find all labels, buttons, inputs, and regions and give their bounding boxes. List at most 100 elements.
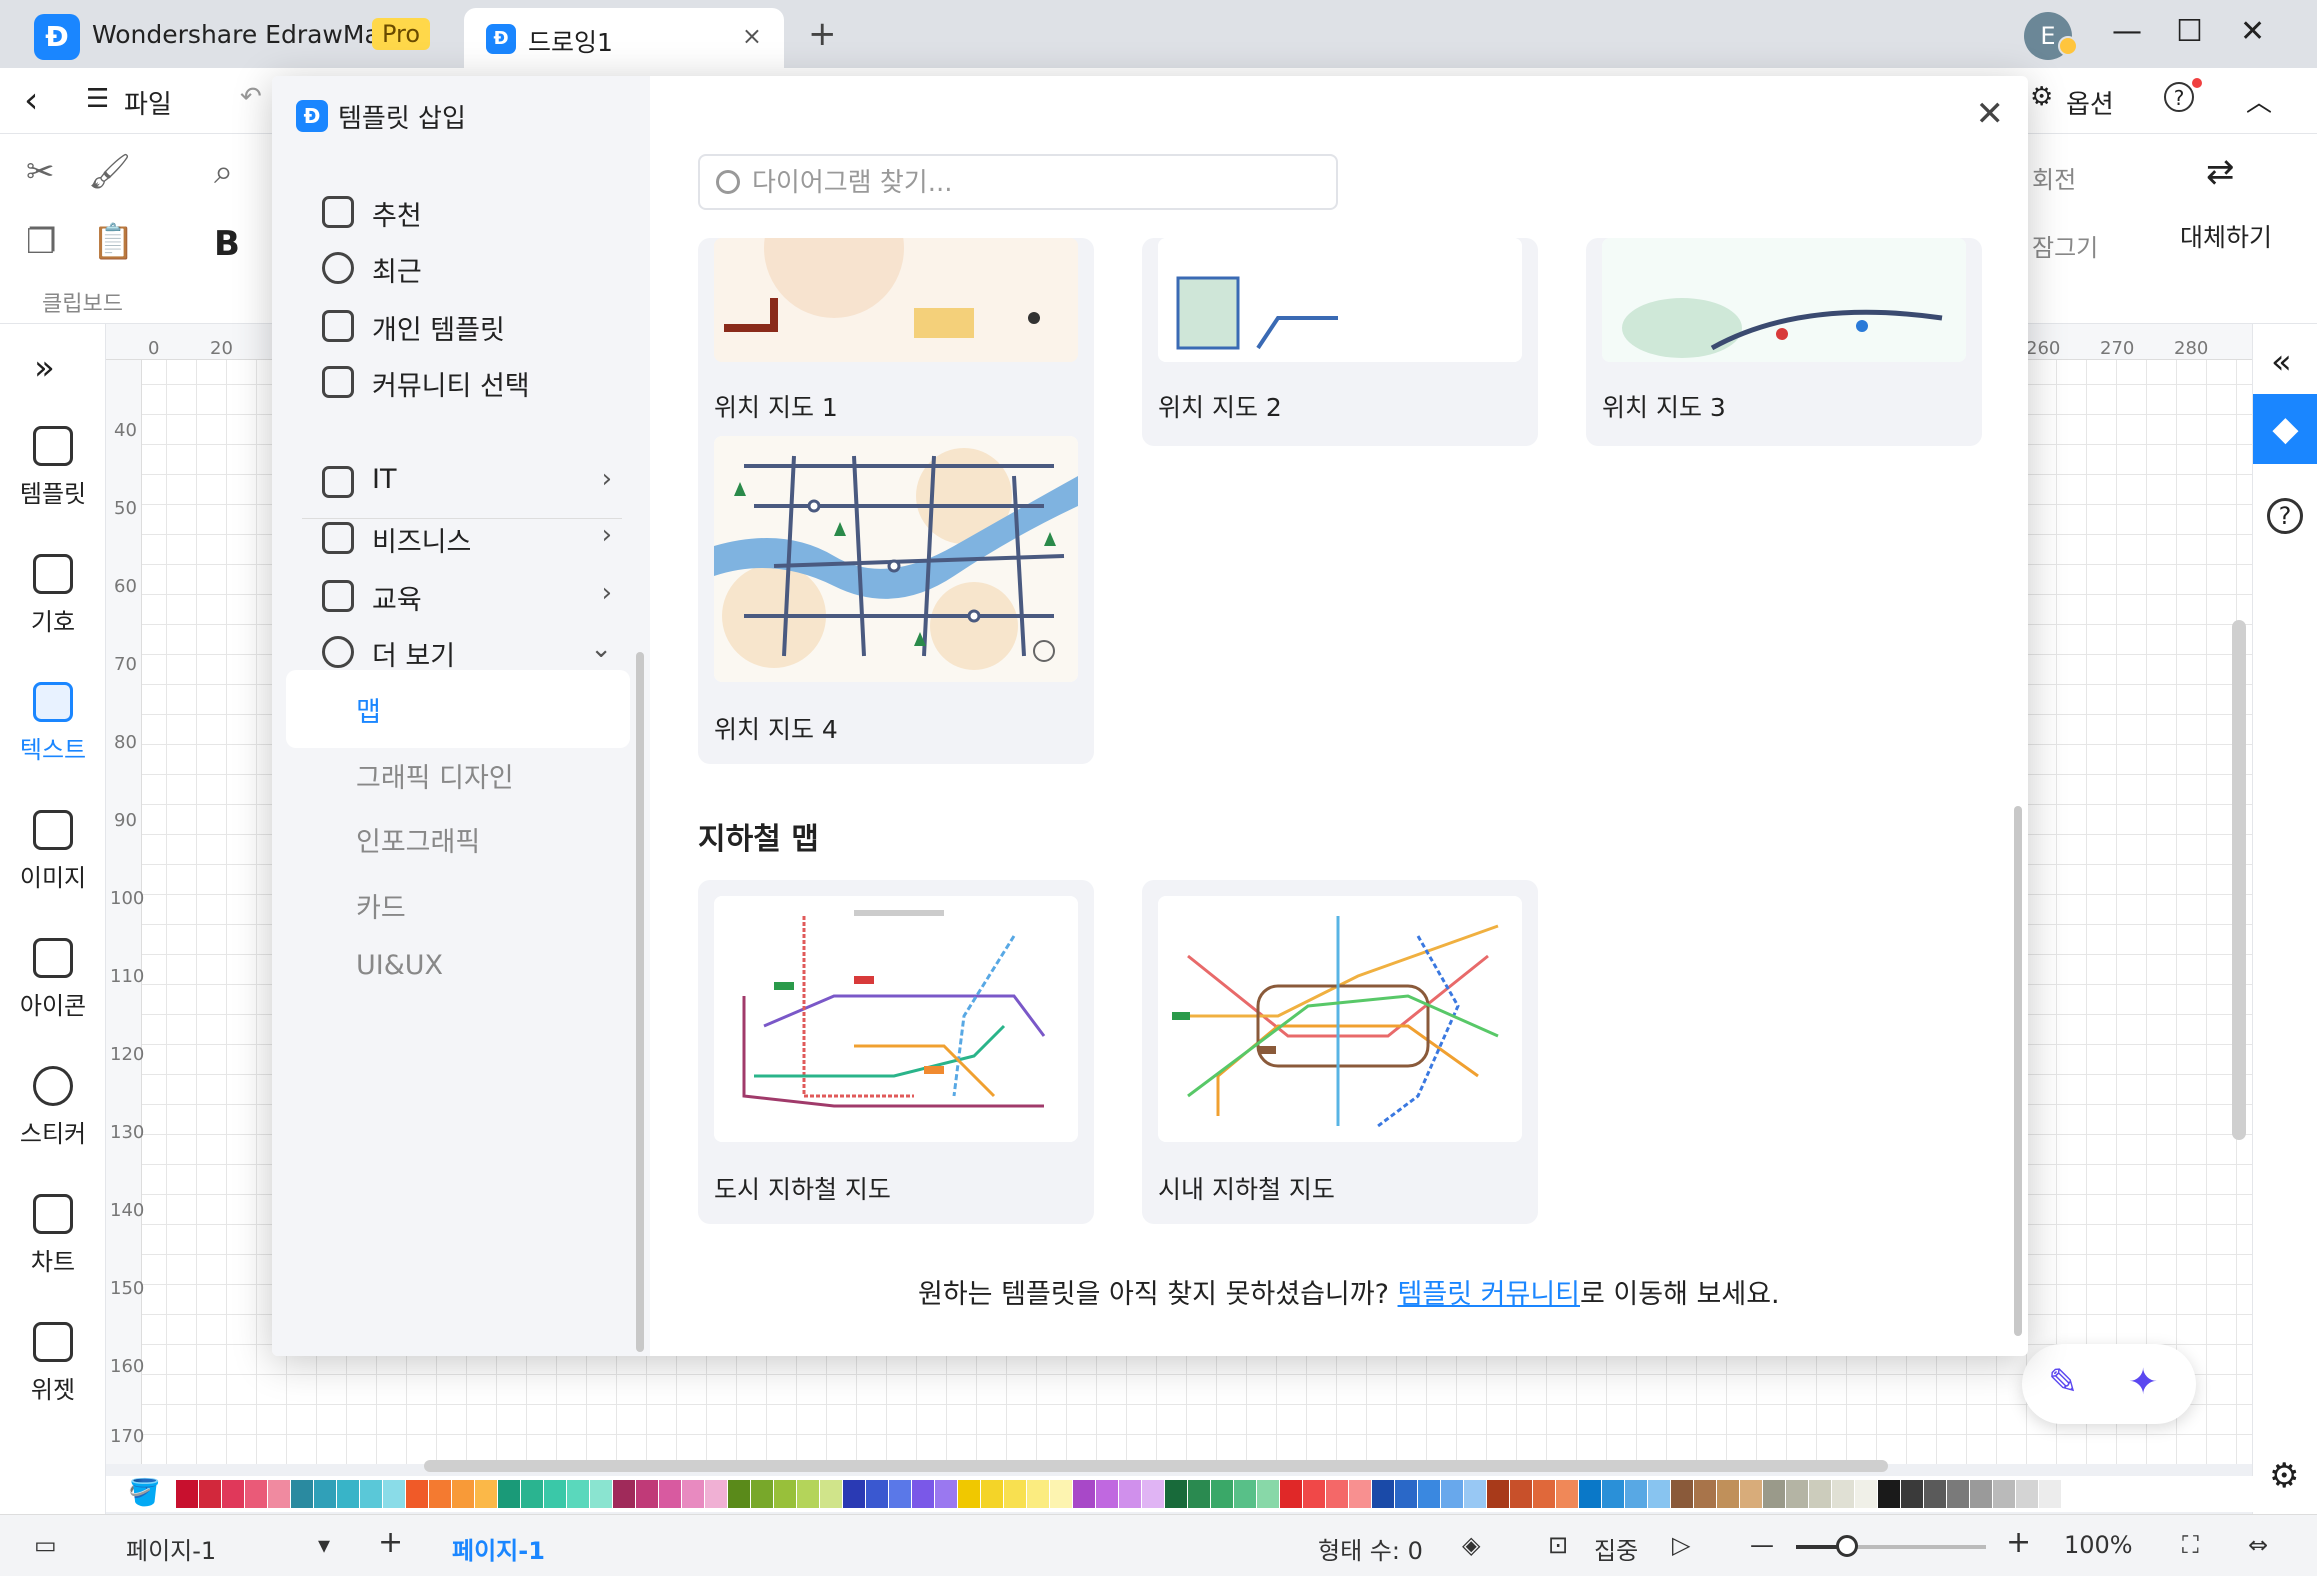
template-community-link[interactable]: 템플릿 커뮤니티 <box>1398 1279 1580 1310</box>
color-swatch[interactable] <box>590 1480 612 1508</box>
color-swatch[interactable] <box>1280 1480 1302 1508</box>
color-swatch[interactable] <box>1211 1480 1233 1508</box>
back-button[interactable]: ‹ <box>24 80 38 121</box>
ai-sparkle-icon[interactable]: ✦ <box>2128 1362 2158 1403</box>
color-swatch[interactable] <box>1832 1480 1854 1508</box>
cut-icon[interactable]: ✂ <box>26 152 55 192</box>
color-swatch[interactable] <box>1142 1480 1164 1508</box>
color-swatch[interactable] <box>1602 1480 1624 1508</box>
color-swatch[interactable] <box>1004 1480 1026 1508</box>
color-swatch[interactable] <box>935 1480 957 1508</box>
color-swatch[interactable] <box>222 1480 244 1508</box>
sidebar-item-sticker[interactable]: 스티커 <box>0 1066 106 1149</box>
subnav-item-ui-ux[interactable]: UI&UX <box>286 930 630 1008</box>
copy-icon[interactable]: ❐ <box>26 222 56 262</box>
color-swatch[interactable] <box>1096 1480 1118 1508</box>
color-swatch[interactable] <box>1717 1480 1739 1508</box>
color-swatch[interactable] <box>1510 1480 1532 1508</box>
color-swatch[interactable] <box>1970 1480 1992 1508</box>
sidebar-scrollbar[interactable] <box>636 652 644 1352</box>
color-swatch[interactable] <box>958 1480 980 1508</box>
template-card-location-4[interactable]: 위치 지도 4 <box>698 420 1094 764</box>
active-page-tab[interactable]: 페이지-1 <box>452 1531 545 1566</box>
color-swatch[interactable] <box>475 1480 497 1508</box>
color-swatch[interactable] <box>1165 1480 1187 1508</box>
color-swatch[interactable] <box>498 1480 520 1508</box>
color-swatch[interactable] <box>1579 1480 1601 1508</box>
fullscreen-icon[interactable]: ⇔ <box>2248 1531 2268 1559</box>
color-swatch[interactable] <box>1786 1480 1808 1508</box>
color-swatch[interactable] <box>1740 1480 1762 1508</box>
zoom-in-icon[interactable]: + <box>2006 1525 2031 1560</box>
page-select[interactable]: 페이지-1 <box>126 1531 216 1566</box>
color-swatch[interactable] <box>1855 1480 1877 1508</box>
chevron-down-icon[interactable]: ▾ <box>318 1531 330 1559</box>
undo-icon[interactable]: ↶ <box>240 82 262 112</box>
sidebar-item-widget[interactable]: 위젯 <box>0 1322 106 1405</box>
close-window-button[interactable]: ✕ <box>2240 14 2265 49</box>
color-swatch[interactable] <box>1694 1480 1716 1508</box>
color-swatch[interactable] <box>797 1480 819 1508</box>
horizontal-scrollbar[interactable] <box>424 1460 1888 1472</box>
magic-wand-icon[interactable]: ✎ <box>2048 1362 2078 1403</box>
replace-icon[interactable]: ⇄ <box>2206 152 2235 192</box>
sidebar-item-symbol[interactable]: 기호 <box>0 554 106 637</box>
color-swatch[interactable] <box>429 1480 451 1508</box>
zoom-slider-handle[interactable] <box>1836 1535 1858 1557</box>
color-swatch[interactable] <box>521 1480 543 1508</box>
color-swatch[interactable] <box>1947 1480 1969 1508</box>
color-swatch[interactable] <box>659 1480 681 1508</box>
color-swatch[interactable] <box>337 1480 359 1508</box>
zoom-level[interactable]: 100% <box>2064 1531 2133 1559</box>
focus-icon[interactable]: ⊡ <box>1548 1531 1568 1559</box>
color-swatch[interactable] <box>1119 1480 1141 1508</box>
fill-color-icon[interactable]: 🪣 <box>128 1478 160 1508</box>
color-swatch[interactable] <box>1625 1480 1647 1508</box>
document-tab[interactable]: Ð 드로잉1 × <box>464 8 784 68</box>
collapse-ribbon-icon[interactable]: ︿ <box>2246 82 2272 119</box>
color-swatch[interactable] <box>1878 1480 1900 1508</box>
format-painter-icon[interactable]: 🖌 <box>88 152 131 192</box>
color-swatch[interactable] <box>176 1480 198 1508</box>
focus-mode-button[interactable]: 집중 <box>1594 1531 1638 1566</box>
color-swatch[interactable] <box>751 1480 773 1508</box>
color-swatch[interactable] <box>452 1480 474 1508</box>
zoom-slider[interactable] <box>1796 1535 1986 1557</box>
color-swatch[interactable] <box>1533 1480 1555 1508</box>
template-search[interactable] <box>698 154 1338 210</box>
maximize-button[interactable]: ☐ <box>2176 14 2203 49</box>
zoom-out-icon[interactable]: — <box>1750 1531 1774 1559</box>
expand-sidebar-icon[interactable]: » <box>34 348 55 388</box>
file-menu[interactable]: 파일 <box>124 84 172 121</box>
sidebar-item-chart[interactable]: 차트 <box>0 1194 106 1277</box>
rotate-button[interactable]: 회전 <box>2032 160 2076 195</box>
font-search-icon[interactable]: ⌕ <box>214 152 233 192</box>
content-scrollbar[interactable] <box>2014 806 2022 1336</box>
play-icon[interactable]: ▷ <box>1672 1531 1690 1559</box>
color-swatch[interactable] <box>199 1480 221 1508</box>
help-icon[interactable]: ? <box>2164 82 2194 112</box>
options-menu[interactable]: 옵션 <box>2066 84 2114 121</box>
hamburger-icon[interactable]: ☰ <box>86 84 109 114</box>
fill-bucket-icon[interactable]: ◆ <box>2253 394 2317 464</box>
color-swatch[interactable] <box>889 1480 911 1508</box>
minimize-button[interactable]: — <box>2112 14 2142 49</box>
color-swatch[interactable] <box>636 1480 658 1508</box>
color-swatch[interactable] <box>567 1480 589 1508</box>
new-tab-button[interactable]: + <box>808 14 837 54</box>
color-swatch[interactable] <box>291 1480 313 1508</box>
fit-page-icon[interactable]: ⛶ <box>2182 1531 2199 1559</box>
color-swatch[interactable] <box>728 1480 750 1508</box>
color-swatch[interactable] <box>314 1480 336 1508</box>
color-swatch[interactable] <box>1349 1480 1371 1508</box>
lock-button[interactable]: 잠그기 <box>2032 228 2098 263</box>
color-swatch[interactable] <box>1671 1480 1693 1508</box>
sidebar-item-template[interactable]: 템플릿 <box>0 426 106 509</box>
template-card-location-1[interactable]: 위치 지도 1 <box>698 238 1094 446</box>
add-page-button[interactable]: + <box>378 1525 403 1560</box>
help-circle-icon[interactable]: ? <box>2267 498 2303 534</box>
search-input[interactable] <box>752 166 1322 200</box>
color-swatch[interactable] <box>383 1480 405 1508</box>
color-swatch[interactable] <box>268 1480 290 1508</box>
close-dialog-button[interactable]: ✕ <box>1976 94 2005 134</box>
